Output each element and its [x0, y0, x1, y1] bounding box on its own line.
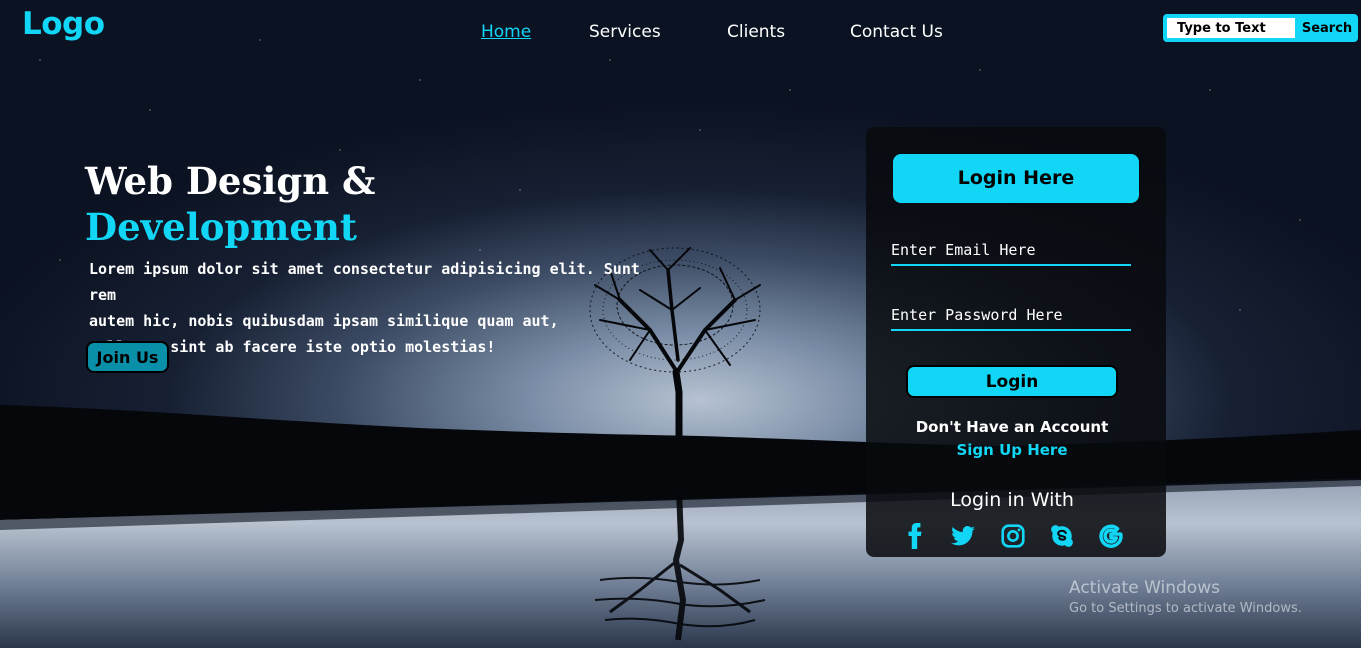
search-input[interactable] — [1167, 18, 1295, 38]
join-us-button[interactable]: Join Us — [86, 341, 169, 373]
hero-description: Lorem ipsum dolor sit amet consectetur a… — [89, 256, 669, 360]
skype-icon[interactable] — [1049, 523, 1075, 549]
social-login-icons — [902, 523, 1132, 549]
hero-text-line3: nulla at sint ab facere iste optio moles… — [89, 338, 496, 356]
search-box: Search — [1163, 14, 1358, 42]
sign-up-link[interactable]: Sign Up Here — [866, 441, 1158, 459]
hero-title-line2: Development — [85, 205, 357, 249]
login-with-label: Login in With — [950, 489, 1074, 511]
search-button[interactable]: Search — [1296, 16, 1356, 40]
login-heading: Login Here — [893, 154, 1139, 203]
facebook-icon[interactable] — [902, 523, 928, 549]
login-button[interactable]: Login — [906, 365, 1118, 398]
activate-windows-watermark: Activate Windows Go to Settings to activ… — [1069, 578, 1302, 616]
nav-home[interactable]: Home — [481, 22, 531, 42]
hero-text-line1: Lorem ipsum dolor sit amet consectetur a… — [89, 260, 640, 304]
nav-services[interactable]: Services — [589, 22, 661, 42]
logo[interactable]: Logo — [22, 6, 105, 42]
google-icon[interactable] — [1098, 523, 1124, 549]
email-field[interactable] — [891, 236, 1131, 266]
twitter-icon[interactable] — [950, 523, 976, 549]
hero-title-line1: Web Design & — [85, 159, 376, 203]
hero-text-line2: autem hic, nobis quibusdam ipsam similiq… — [89, 312, 559, 330]
login-card: Login Here Login Don't Have an Account S… — [866, 127, 1166, 557]
no-account-text: Don't Have an Account — [915, 418, 1109, 436]
nav-clients[interactable]: Clients — [727, 22, 785, 42]
instagram-icon[interactable] — [1000, 523, 1026, 549]
hero-title: Web Design & Development — [85, 158, 375, 250]
nav-contact-us[interactable]: Contact Us — [850, 22, 943, 42]
watermark-subtitle: Go to Settings to activate Windows. — [1069, 601, 1302, 616]
password-field[interactable] — [891, 301, 1131, 331]
watermark-title: Activate Windows — [1069, 578, 1220, 598]
